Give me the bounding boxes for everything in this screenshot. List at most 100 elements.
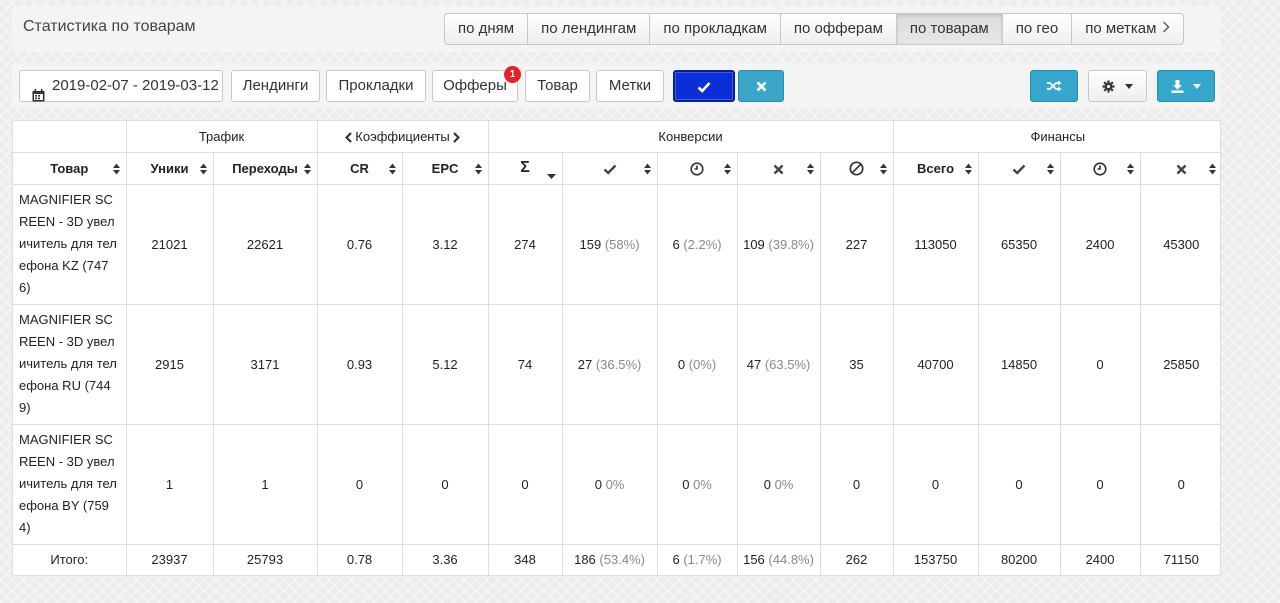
rejected-percent: (44.8%) xyxy=(768,552,814,568)
sort-icon xyxy=(964,163,972,175)
clicks-cell: 3171 xyxy=(212,303,318,425)
rejected-count: 47 xyxy=(746,356,762,372)
hold-cell: 6 (2.2%) xyxy=(656,183,738,305)
group-header-empty xyxy=(13,121,127,153)
epc-cell: 0 xyxy=(401,423,489,545)
apply-filters-button[interactable] xyxy=(673,70,735,102)
uniques-cell: 1 xyxy=(125,423,214,545)
column-header-cr[interactable]: CR xyxy=(316,151,403,185)
column-header-uniques[interactable]: Уники xyxy=(125,151,214,185)
column-header-label: EPC xyxy=(431,160,459,176)
fin-hold-cell: 2400 xyxy=(1059,183,1141,305)
sort-icon xyxy=(1209,163,1217,175)
trash-cell: 0 xyxy=(819,423,894,545)
column-header-fin-rejected[interactable] xyxy=(1139,151,1220,185)
column-header-hold[interactable] xyxy=(656,151,738,185)
prokladki-filter-button[interactable]: Прокладки xyxy=(326,70,426,102)
shuffle-button[interactable] xyxy=(1030,70,1078,102)
approved-count: 0 xyxy=(594,476,602,492)
stats-table: Трафик Коэффициенты Конверсии Финансы То… xyxy=(13,121,1220,575)
hold-count: 6 xyxy=(672,236,680,252)
rejected-count: 0 xyxy=(763,476,771,492)
tab-by-products[interactable]: по товарам xyxy=(895,14,1002,44)
date-range-button[interactable]: 2019-02-07 - 2019-03-12 xyxy=(19,70,223,102)
fin-hold-cell: 0 xyxy=(1059,423,1141,545)
tab-by-landings[interactable]: по лендингам xyxy=(527,14,649,44)
tab-by-offers[interactable]: по офферам xyxy=(779,14,896,44)
fin-rejected-cell: 71150 xyxy=(1139,543,1220,575)
header-panel: Статистика по товарам по дням по лендинг… xyxy=(12,6,1221,52)
column-header-label: Всего xyxy=(917,160,955,176)
cr-cell: 0.78 xyxy=(316,543,403,575)
cr-cell: 0.76 xyxy=(316,183,403,305)
column-header-product[interactable]: Товар xyxy=(13,151,127,185)
approved-percent: (36.5%) xyxy=(595,356,642,372)
product-name-cell: MAGNIFIER SCREEN - 3D увеличитель для те… xyxy=(13,423,127,545)
chevron-left-icon[interactable] xyxy=(345,132,353,143)
export-dropdown-button[interactable] xyxy=(1157,70,1215,102)
hold-count: 0 xyxy=(682,476,690,492)
times-icon xyxy=(773,164,784,174)
uniques-cell: 21021 xyxy=(125,183,214,305)
sort-icon xyxy=(474,163,482,175)
sum-cell: 74 xyxy=(487,303,563,425)
sort-icon xyxy=(199,163,207,175)
sort-desc-icon xyxy=(546,167,556,182)
chevron-right-icon[interactable] xyxy=(453,132,460,143)
approved-cell: 186 (53.4%) xyxy=(561,543,658,575)
column-header-clicks[interactable]: Переходы xyxy=(212,151,318,185)
hold-cell: 0 0% xyxy=(656,423,738,545)
chevron-right-icon xyxy=(1162,14,1170,44)
fin-rejected-cell: 45300 xyxy=(1139,183,1220,305)
tab-by-days[interactable]: по дням xyxy=(445,14,527,44)
date-range-text: 2019-02-07 - 2019-03-12 xyxy=(52,77,219,94)
group-header-coefficients-label: Коэффициенты xyxy=(355,128,450,144)
fin-rejected-cell: 25850 xyxy=(1139,303,1220,425)
column-header-fin-hold[interactable] xyxy=(1059,151,1141,185)
group-header-row: Трафик Коэффициенты Конверсии Финансы xyxy=(13,121,1220,153)
trash-cell: 35 xyxy=(819,303,894,425)
rejected-percent: (63.5%) xyxy=(764,356,811,372)
approved-cell: 159 (58%) xyxy=(561,183,658,305)
column-header-epc[interactable]: EPC xyxy=(401,151,489,185)
clear-filters-button[interactable] xyxy=(738,70,784,102)
landings-filter-button[interactable]: Лендинги xyxy=(231,70,320,102)
clicks-cell: 1 xyxy=(212,423,318,545)
approved-count: 159 xyxy=(579,236,602,252)
fin-total-cell: 113050 xyxy=(892,183,979,305)
sort-icon xyxy=(112,163,120,175)
tags-filter-button[interactable]: Метки xyxy=(596,70,664,102)
rejected-cell: 156 (44.8%) xyxy=(736,543,821,575)
rejected-percent: 0% xyxy=(774,476,794,492)
approved-count: 186 xyxy=(574,552,596,568)
clicks-cell: 25793 xyxy=(212,543,318,575)
column-header-rejected[interactable] xyxy=(736,151,821,185)
hold-count: 0 xyxy=(677,356,686,372)
trash-cell: 262 xyxy=(819,543,894,575)
epc-cell: 3.12 xyxy=(401,183,489,305)
column-header-approved[interactable] xyxy=(561,151,658,185)
tab-by-prokladki[interactable]: по прокладкам xyxy=(649,14,780,44)
table-row: MAGNIFIER SCREEN - 3D увеличитель для те… xyxy=(13,423,1220,545)
epc-cell: 5.12 xyxy=(401,303,489,425)
tab-label: по дням xyxy=(458,20,515,37)
rejected-cell: 0 0% xyxy=(736,423,821,545)
cr-cell: 0.93 xyxy=(316,303,403,425)
column-header-fin-total[interactable]: Всего xyxy=(892,151,979,185)
settings-dropdown-button[interactable] xyxy=(1088,70,1147,102)
clock-icon xyxy=(690,162,704,176)
hold-percent: (0%) xyxy=(688,356,717,372)
tab-by-geo[interactable]: по гео xyxy=(1001,14,1071,44)
column-header-fin-approved[interactable] xyxy=(977,151,1061,185)
product-filter-button[interactable]: Товар xyxy=(525,70,590,102)
check-icon xyxy=(603,164,616,175)
sum-cell: 0 xyxy=(487,423,563,545)
group-header-coefficients[interactable]: Коэффициенты xyxy=(316,121,489,153)
column-header-trash[interactable] xyxy=(819,151,894,185)
times-icon xyxy=(756,81,766,91)
check-icon xyxy=(697,82,711,93)
column-header-sum[interactable]: Σ xyxy=(487,151,563,185)
product-name-cell: MAGNIFIER SCREEN - 3D увеличитель для те… xyxy=(13,183,127,305)
tab-by-tags[interactable]: по меткам xyxy=(1071,14,1183,44)
sort-icon xyxy=(723,163,731,175)
